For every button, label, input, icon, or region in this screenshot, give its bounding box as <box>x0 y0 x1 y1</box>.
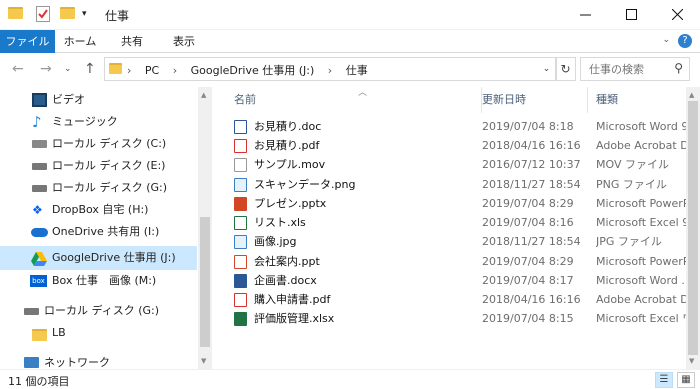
powerpoint-icon <box>234 197 247 211</box>
nav-scrollbar[interactable]: ▲ ▼ <box>198 87 212 369</box>
tab-file[interactable]: ファイル <box>0 30 55 53</box>
tab-share[interactable]: 共有 <box>110 30 154 53</box>
close-button[interactable] <box>654 0 700 30</box>
sort-ascending-icon: ︿ <box>358 88 368 98</box>
nav-item-lb[interactable]: LB <box>0 322 197 344</box>
file-list-scrollbar[interactable]: ▲ ▼ <box>686 87 700 369</box>
scrollbar-thumb[interactable] <box>200 217 210 347</box>
box-icon: box <box>30 275 47 287</box>
drive-icon <box>24 308 39 315</box>
forward-arrow-icon[interactable]: → <box>40 61 52 77</box>
video-file-icon <box>234 158 247 172</box>
properties-icon[interactable] <box>36 6 50 22</box>
network-icon <box>24 357 39 368</box>
title-bar: ▾ 仕事 <box>0 0 700 30</box>
file-list: 名前 ︿ 更新日時 種類 お見積り.doc 2019/07/04 8:18 Mi… <box>212 87 686 369</box>
nav-item-drive-g2[interactable]: ローカル ディスク (G:) <box>0 300 197 322</box>
help-icon[interactable]: ? <box>678 34 692 48</box>
nav-item-drive-c[interactable]: ローカル ディスク (C:) <box>0 133 197 155</box>
scroll-down-icon[interactable]: ▼ <box>201 357 206 365</box>
maximize-button[interactable] <box>608 0 654 30</box>
tab-home[interactable]: ホーム <box>58 30 102 53</box>
dropbox-icon: ❖ <box>32 203 43 217</box>
column-header-date[interactable]: 更新日時 <box>474 87 588 113</box>
breadcrumb-separator-icon: › <box>327 64 333 77</box>
nav-item-googledrive[interactable]: GoogleDrive 仕事用 (J:) <box>0 246 197 270</box>
scroll-up-icon[interactable]: ▲ <box>689 91 694 99</box>
search-icon[interactable]: ⚲ <box>674 61 683 75</box>
nav-item-videos[interactable]: ビデオ <box>0 89 197 111</box>
scroll-up-icon[interactable]: ▲ <box>201 91 206 99</box>
breadcrumb-item[interactable]: PC <box>145 64 159 77</box>
googledrive-icon <box>31 251 47 266</box>
nav-item-music[interactable]: ♪ ミュージック <box>0 111 197 133</box>
nav-item-onedrive[interactable]: OneDrive 共有用 (I:) <box>0 221 197 243</box>
ribbon: ファイル ホーム 共有 表示 ⌄ ? <box>0 30 700 53</box>
word-icon <box>234 274 247 288</box>
pdf-icon <box>234 139 247 153</box>
image-file-icon <box>234 178 247 192</box>
word-icon <box>234 120 247 134</box>
table-row[interactable]: 画像.jpg 2018/11/27 18:54 JPG ファイル <box>226 231 686 253</box>
tab-view[interactable]: 表示 <box>162 30 206 53</box>
column-header-name[interactable]: 名前 ︿ <box>226 87 482 113</box>
nav-item-dropbox[interactable]: ❖ DropBox 自宅 (H:) <box>0 199 197 221</box>
excel-icon <box>234 312 247 326</box>
folder-icon <box>8 7 23 23</box>
video-icon <box>32 93 47 107</box>
onedrive-icon <box>31 228 48 237</box>
search-input[interactable] <box>581 58 663 80</box>
new-folder-icon[interactable] <box>60 7 75 23</box>
item-count: 11 個の項目 <box>8 375 70 388</box>
navigation-pane: ビデオ ♪ ミュージック ローカル ディスク (C:) ローカル ディスク (E… <box>0 87 212 369</box>
back-arrow-icon[interactable]: ← <box>12 61 24 77</box>
address-bar[interactable]: › PC › GoogleDrive 仕事用 (J:) › 仕事 <box>104 57 556 81</box>
powerpoint-icon <box>234 255 247 269</box>
table-row[interactable]: サンプル.mov 2016/07/12 10:37 MOV ファイル <box>226 154 686 176</box>
scrollbar-thumb[interactable] <box>688 101 698 355</box>
customize-quick-access-icon[interactable]: ▾ <box>82 9 87 25</box>
details-view-icon[interactable]: ☰ <box>655 372 673 388</box>
music-icon: ♪ <box>32 113 42 131</box>
table-row[interactable]: 評価版管理.xlsx 2019/07/04 8:15 Microsoft Exc… <box>226 308 686 330</box>
large-icons-view-icon[interactable]: ▦ <box>677 372 695 388</box>
status-bar: 11 個の項目 ☰ ▦ <box>0 369 700 389</box>
drive-icon <box>32 163 47 170</box>
folder-icon <box>32 327 47 341</box>
window-title: 仕事 <box>105 9 130 23</box>
recent-locations-icon[interactable]: ⌄ <box>64 64 72 74</box>
refresh-icon[interactable]: ↻ <box>556 57 576 81</box>
minimize-button[interactable] <box>562 0 608 30</box>
nav-item-drive-g[interactable]: ローカル ディスク (G:) <box>0 177 197 199</box>
folder-icon <box>109 63 122 77</box>
expand-ribbon-icon[interactable]: ⌄ <box>662 35 670 45</box>
pdf-icon <box>234 293 247 307</box>
nav-item-drive-e[interactable]: ローカル ディスク (E:) <box>0 155 197 177</box>
breadcrumb-item[interactable]: 仕事 <box>346 64 368 77</box>
scroll-down-icon[interactable]: ▼ <box>689 357 694 365</box>
breadcrumb: › PC › GoogleDrive 仕事用 (J:) › 仕事 <box>127 62 378 78</box>
excel-icon <box>234 216 247 230</box>
up-arrow-icon[interactable]: ↑ <box>84 61 96 77</box>
column-header-type[interactable]: 種類 <box>588 87 686 113</box>
nav-item-box[interactable]: box Box 仕事 画像 (M:) <box>0 270 197 292</box>
drive-icon <box>32 185 47 192</box>
image-file-icon <box>234 235 247 249</box>
address-dropdown-icon[interactable]: ⌄ <box>537 57 557 81</box>
breadcrumb-separator-icon: › <box>172 64 178 77</box>
breadcrumb-separator-icon: › <box>127 64 132 77</box>
windows-drive-icon <box>32 140 47 148</box>
nav-item-network[interactable]: ネットワーク <box>0 352 197 369</box>
breadcrumb-item[interactable]: GoogleDrive 仕事用 (J:) <box>191 64 315 77</box>
search-box[interactable]: ⚲ <box>580 57 690 81</box>
